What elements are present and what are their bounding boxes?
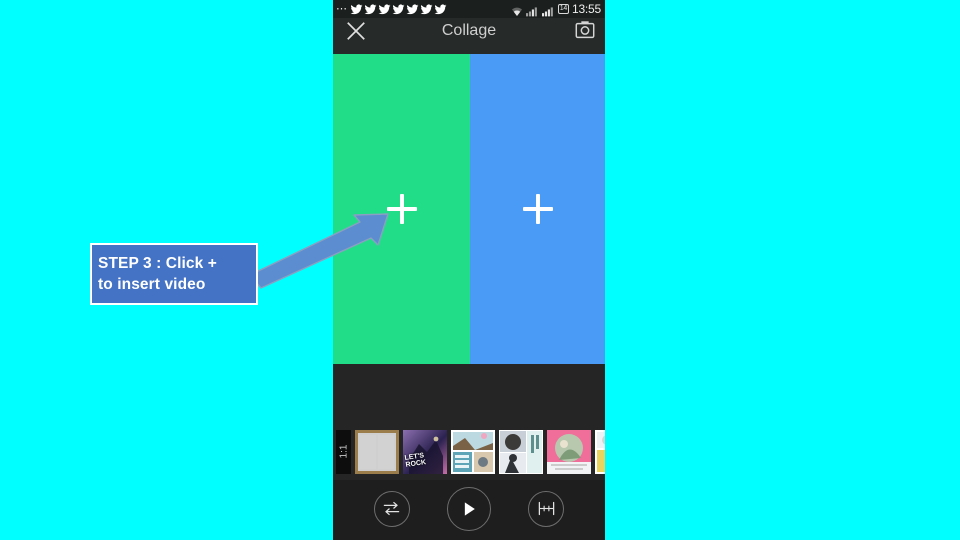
twitter-bird-icon [434,3,447,16]
status-bar-notifications: ⋯ [336,0,447,18]
wifi-icon [511,4,523,16]
twitter-bird-icon [350,3,363,16]
template-preview [499,429,543,474]
page-title: Collage [441,22,497,39]
template-preview [595,429,605,474]
template-thumbnail[interactable] [451,429,495,474]
twitter-bird-icon [392,3,405,16]
collage-canvas [333,54,605,364]
callout-line-2: to insert video [98,276,206,293]
swap-arrows-icon [383,501,400,516]
template-filmstrip[interactable]: 1:1 LET'S ROCK [333,423,605,480]
template-thumbnail[interactable] [595,429,605,474]
canvas-spacer [333,364,605,423]
collage-cell-right[interactable] [470,54,605,364]
pointer-arrow [250,213,389,289]
signal-bars-icon [541,4,555,16]
battery-indicator: 14 [557,4,569,14]
signal-bars-icon [525,4,539,16]
twitter-bird-icon [378,3,391,16]
spacing-slider-icon [538,501,555,516]
status-bar-indicators: 14 13:55 [511,0,601,18]
slide-canvas: ⋯ 14 13:55 Collage 1:1 LET'S ROCK STEP 3… [0,0,960,540]
bottom-toolbar [333,480,605,537]
twitter-bird-icon [364,3,377,16]
template-thumbnail[interactable] [547,429,591,474]
overflow-dots-icon: ⋯ [336,3,348,15]
callout-line-1: STEP 3 : Click + [98,255,217,272]
callout-step-3: STEP 3 : Click + to insert video [90,243,258,305]
aspect-ratio-tag[interactable]: 1:1 [336,429,351,474]
swap-button[interactable] [373,490,410,527]
status-bar: ⋯ 14 13:55 [333,0,605,18]
add-media-plus-icon[interactable] [522,194,553,224]
camera-icon[interactable] [574,19,596,41]
template-preview [451,429,495,474]
app-title-bar: Collage [333,18,605,54]
template-thumbnail-selected[interactable] [355,429,399,474]
template-thumbnail[interactable] [499,429,543,474]
play-triangle-icon [464,501,475,516]
play-button[interactable] [446,486,491,531]
template-thumbnail[interactable]: LET'S ROCK [403,429,447,474]
twitter-bird-icon [406,3,419,16]
twitter-bird-icon [420,3,433,16]
template-preview [360,434,394,469]
aspect-ratio-label: 1:1 [338,444,349,459]
template-preview [547,429,591,474]
spacing-button[interactable] [528,490,565,527]
status-bar-clock: 13:55 [571,2,601,16]
collage-cell-left[interactable] [333,54,470,364]
